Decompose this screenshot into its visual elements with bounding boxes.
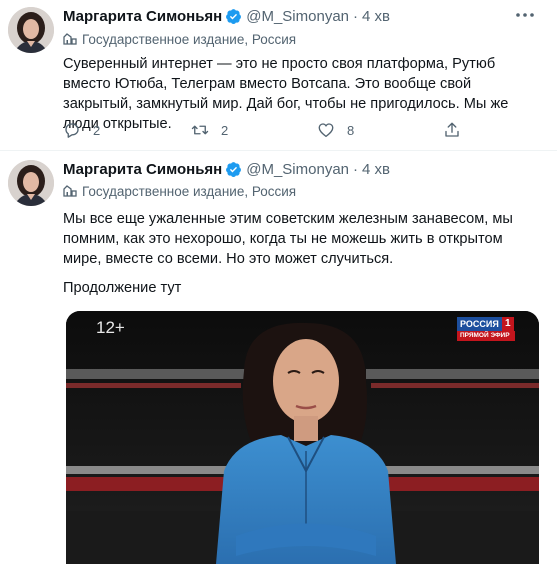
channel-name: РОССИЯ	[457, 317, 502, 331]
like-count: 8	[347, 122, 355, 138]
studio-scene-image	[66, 311, 539, 564]
state-media-label[interactable]: Государственное издание, Россия	[63, 182, 296, 200]
avatar[interactable]	[8, 160, 54, 206]
tweet-header: Маргарита Симоньян @M_Simonyan · 4 хв	[63, 159, 390, 179]
separator-dot: ·	[353, 160, 359, 178]
reply-button[interactable]: 2	[63, 120, 100, 140]
author-handle[interactable]: @M_Simonyan	[246, 8, 349, 25]
tweet[interactable]: Маргарита Симоньян @M_Simonyan · 4 хв Го…	[0, 0, 557, 151]
tweet-media-video[interactable]: 12+ РОССИЯ 1 ПРЯМОЙ ЭФИР	[66, 311, 539, 564]
state-media-label-text: Государственное издание, Россия	[82, 183, 297, 199]
more-options-icon[interactable]	[515, 12, 535, 18]
state-media-label-text: Государственное издание, Россия	[82, 31, 297, 47]
government-building-icon	[63, 33, 77, 45]
verified-badge-icon	[226, 8, 242, 24]
share-icon	[445, 122, 459, 137]
tweet-actions: 2 2 8	[63, 120, 463, 140]
retweet-button[interactable]: 2	[191, 120, 228, 140]
like-icon	[318, 123, 334, 138]
like-button[interactable]: 8	[317, 120, 354, 140]
tweet[interactable]: Маргарита Симоньян @M_Simonyan · 4 хв Го…	[0, 150, 557, 564]
channel-logo: РОССИЯ 1 ПРЯМОЙ ЭФИР	[457, 317, 515, 341]
author-name[interactable]: Маргарита Симоньян	[63, 161, 222, 178]
timestamp[interactable]: 4 хв	[362, 161, 390, 178]
state-media-label[interactable]: Государственное издание, Россия	[63, 30, 296, 48]
government-building-icon	[63, 185, 77, 197]
share-button[interactable]	[443, 120, 473, 140]
separator-dot: ·	[353, 7, 359, 25]
tweet-text: Мы все еще ужаленные этим советским желе…	[63, 211, 513, 267]
tweet-header: Маргарита Симоньян @M_Simonyan · 4 хв	[63, 6, 390, 26]
channel-number: 1	[501, 317, 514, 331]
verified-badge-icon	[226, 161, 242, 177]
author-name[interactable]: Маргарита Симоньян	[63, 8, 222, 25]
channel-live-label: ПРЯМОЙ ЭФИР	[457, 331, 515, 341]
retweet-icon	[191, 125, 209, 135]
retweet-count: 2	[221, 122, 229, 138]
author-handle[interactable]: @M_Simonyan	[246, 161, 349, 178]
age-rating: 12+	[96, 318, 125, 337]
reply-count: 2	[93, 122, 101, 138]
reply-icon	[65, 123, 79, 138]
continuation-text: Продолжение тут	[63, 280, 182, 296]
avatar[interactable]	[8, 7, 54, 53]
timestamp[interactable]: 4 хв	[362, 8, 390, 25]
